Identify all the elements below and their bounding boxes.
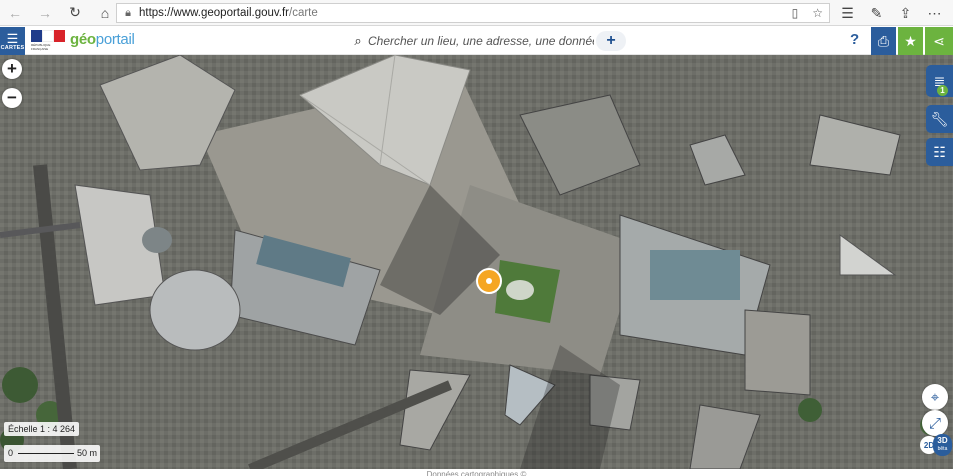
favorites-list-icon: ☰ [841, 4, 854, 21]
address-bar[interactable]: 🔒︎ https://www.geoportail.gouv.fr/carte … [116, 3, 830, 23]
flag-caption: RÉPUBLIQUE FRANÇAISE [31, 43, 51, 51]
search-bar: ⌕ + [348, 30, 630, 52]
printer-icon: ⎙ [877, 32, 890, 49]
advanced-search-button[interactable]: + [596, 31, 626, 51]
app-header: ☰ CARTES RÉPUBLIQUE FRANÇAISE géoportail… [0, 27, 953, 55]
more-button[interactable]: ⋯ [920, 0, 949, 26]
zoom-out-button[interactable]: − [2, 88, 22, 108]
scale-bar: 0 50 m [4, 445, 100, 462]
hamburger-icon: ☰ [6, 30, 19, 46]
fullscreen-button[interactable]: ⤢ [922, 410, 948, 436]
more-icon: ⋯ [927, 4, 942, 21]
scale-line [18, 453, 74, 454]
geolocate-button[interactable]: ⌖ [922, 384, 948, 410]
back-button[interactable]: ← [0, 0, 30, 26]
share-nodes-icon: ⋖ [933, 32, 945, 49]
crosshair-icon: ⌖ [930, 388, 940, 406]
geoportail-logo[interactable]: géoportail [70, 31, 135, 48]
map-view[interactable]: + − ≣ 1 🔧︎ ☷ ⌖ ⤢ [0, 55, 953, 469]
expand-icon: ⤢ [928, 414, 941, 432]
layers-button[interactable]: ≣ 1 [926, 65, 953, 97]
share-button[interactable]: ⇪ [891, 0, 920, 26]
share-icon: ⇪ [899, 4, 912, 21]
search-icon[interactable]: ⌕ [348, 33, 368, 49]
lock-icon: 🔒︎ [125, 6, 131, 19]
toggle-3d[interactable]: 3D bêta [933, 434, 952, 456]
notes-button[interactable]: ✎ [862, 0, 891, 26]
scale-zero: 0 [8, 448, 14, 458]
share-map-button[interactable]: ⋖ [925, 27, 953, 55]
cartes-menu-button[interactable]: ☰ CARTES [0, 27, 25, 55]
url-text: https://www.geoportail.gouv.fr/carte [139, 7, 318, 19]
favorite-star-icon[interactable]: ☆ [812, 6, 823, 20]
zoom-in-button[interactable]: + [2, 59, 22, 79]
reload-button[interactable]: ↻ [60, 0, 90, 26]
arrow-right-icon: → [38, 4, 52, 21]
print-button[interactable]: ⎙ [871, 27, 896, 55]
view-mode-toggle[interactable]: 2D 3D bêta [920, 434, 952, 460]
aerial-imagery [0, 55, 953, 469]
location-marker[interactable] [476, 268, 502, 294]
arrow-left-icon: ← [8, 4, 22, 21]
attribution[interactable]: Données cartographiques © [0, 469, 953, 476]
pen-icon: ✎ [870, 4, 883, 21]
home-icon: ⌂ [100, 4, 110, 21]
scale-ratio: Échelle 1 : 4 264 [4, 422, 80, 436]
favorites-hub-button[interactable]: ☰ [833, 0, 862, 26]
list-icon: ☷ [933, 143, 946, 160]
star-icon: ★ [904, 32, 917, 49]
search-input[interactable] [368, 34, 594, 48]
tools-button[interactable]: 🔧︎ [926, 105, 953, 133]
legend-button[interactable]: ☷ [926, 138, 953, 166]
favorites-button[interactable]: ★ [898, 27, 923, 55]
republique-francaise-logo[interactable]: RÉPUBLIQUE FRANÇAISE [31, 30, 66, 51]
help-button[interactable]: ? [850, 31, 859, 48]
marker-dot [486, 278, 492, 284]
layer-count-badge: 1 [937, 85, 948, 96]
forward-button[interactable]: → [30, 0, 60, 26]
wrench-icon: 🔧︎ [930, 110, 949, 127]
scale-max: 50 m [77, 448, 98, 458]
browser-toolbar: ← → ↻ ⌂ 🔒︎ https://www.geoportail.gouv.f… [0, 0, 953, 26]
reading-view-icon[interactable]: ▯ [792, 6, 799, 20]
reload-icon: ↻ [69, 4, 81, 20]
